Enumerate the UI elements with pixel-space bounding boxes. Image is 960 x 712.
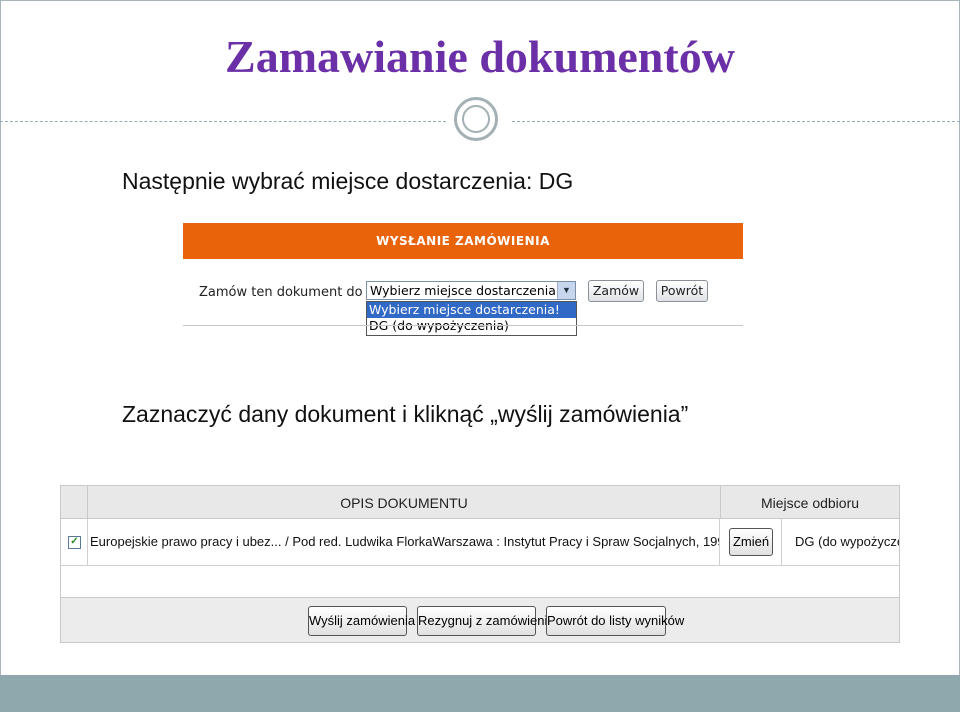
chevron-down-icon[interactable]: ▼	[557, 282, 575, 299]
order-label: Zamów ten dokument do	[199, 285, 363, 300]
instruction-select-destination: Następnie wybrać miejsce dostarczenia: D…	[122, 168, 574, 194]
change-cell: Zmień	[721, 519, 782, 565]
table-header: OPIS DOKUMENTU Miejsce odbioru	[61, 486, 899, 519]
destination-select-value: Wybierz miejsce dostarczenia!	[370, 283, 561, 298]
powrot-button[interactable]: Powrót	[656, 280, 708, 302]
ring-inner	[462, 105, 490, 133]
table-row: ✓ Europejskie prawo pracy i ubez... / Po…	[61, 519, 899, 566]
order-table: OPIS DOKUMENTU Miejsce odbioru ✓ Europej…	[60, 485, 900, 643]
row-check-cell: ✓	[61, 519, 88, 565]
zamow-button[interactable]: Zamów	[588, 280, 644, 302]
instruction-select-document: Zaznaczyć dany dokument i kliknąć „wyśli…	[122, 401, 689, 427]
empty-row	[61, 566, 899, 598]
header-pickup: Miejsce odbioru	[760, 495, 860, 511]
destination-select[interactable]: Wybierz miejsce dostarczenia! ▼	[366, 281, 576, 300]
document-checkbox[interactable]: ✓	[68, 536, 81, 549]
cancel-order-button[interactable]: Rezygnuj z zamówienia	[417, 606, 555, 636]
order-panel-header: WYSŁANIE ZAMÓWIENIA	[183, 223, 743, 259]
table-actions: Wyślij zamówienia Rezygnuj z zamówienia …	[61, 598, 899, 642]
back-to-results-button[interactable]: Powrót do listy wyników	[546, 606, 684, 636]
document-description: Europejskie prawo pracy i ubez... / Pod …	[88, 519, 720, 565]
ring-ornament-icon	[454, 97, 498, 141]
footer-band	[0, 675, 960, 712]
divider-left	[0, 121, 446, 122]
header-description: OPIS DOKUMENTU	[88, 486, 721, 518]
slide-title: Zamawianie dokumentów	[225, 31, 735, 82]
change-pickup-button[interactable]: Zmień	[729, 528, 773, 556]
panel-divider	[183, 325, 743, 326]
destination-options-list[interactable]: Wybierz miejsce dostarczenia! DG (do wyp…	[366, 301, 577, 336]
send-orders-button[interactable]: Wyślij zamówienia	[308, 606, 415, 636]
header-check-cell	[61, 486, 88, 518]
destination-option[interactable]: DG (do wypożyczenia)	[367, 318, 576, 334]
divider-right	[512, 121, 960, 122]
pickup-location: DG (do wypożyczenia)	[795, 534, 899, 549]
destination-option[interactable]: Wybierz miejsce dostarczenia!	[367, 302, 576, 318]
